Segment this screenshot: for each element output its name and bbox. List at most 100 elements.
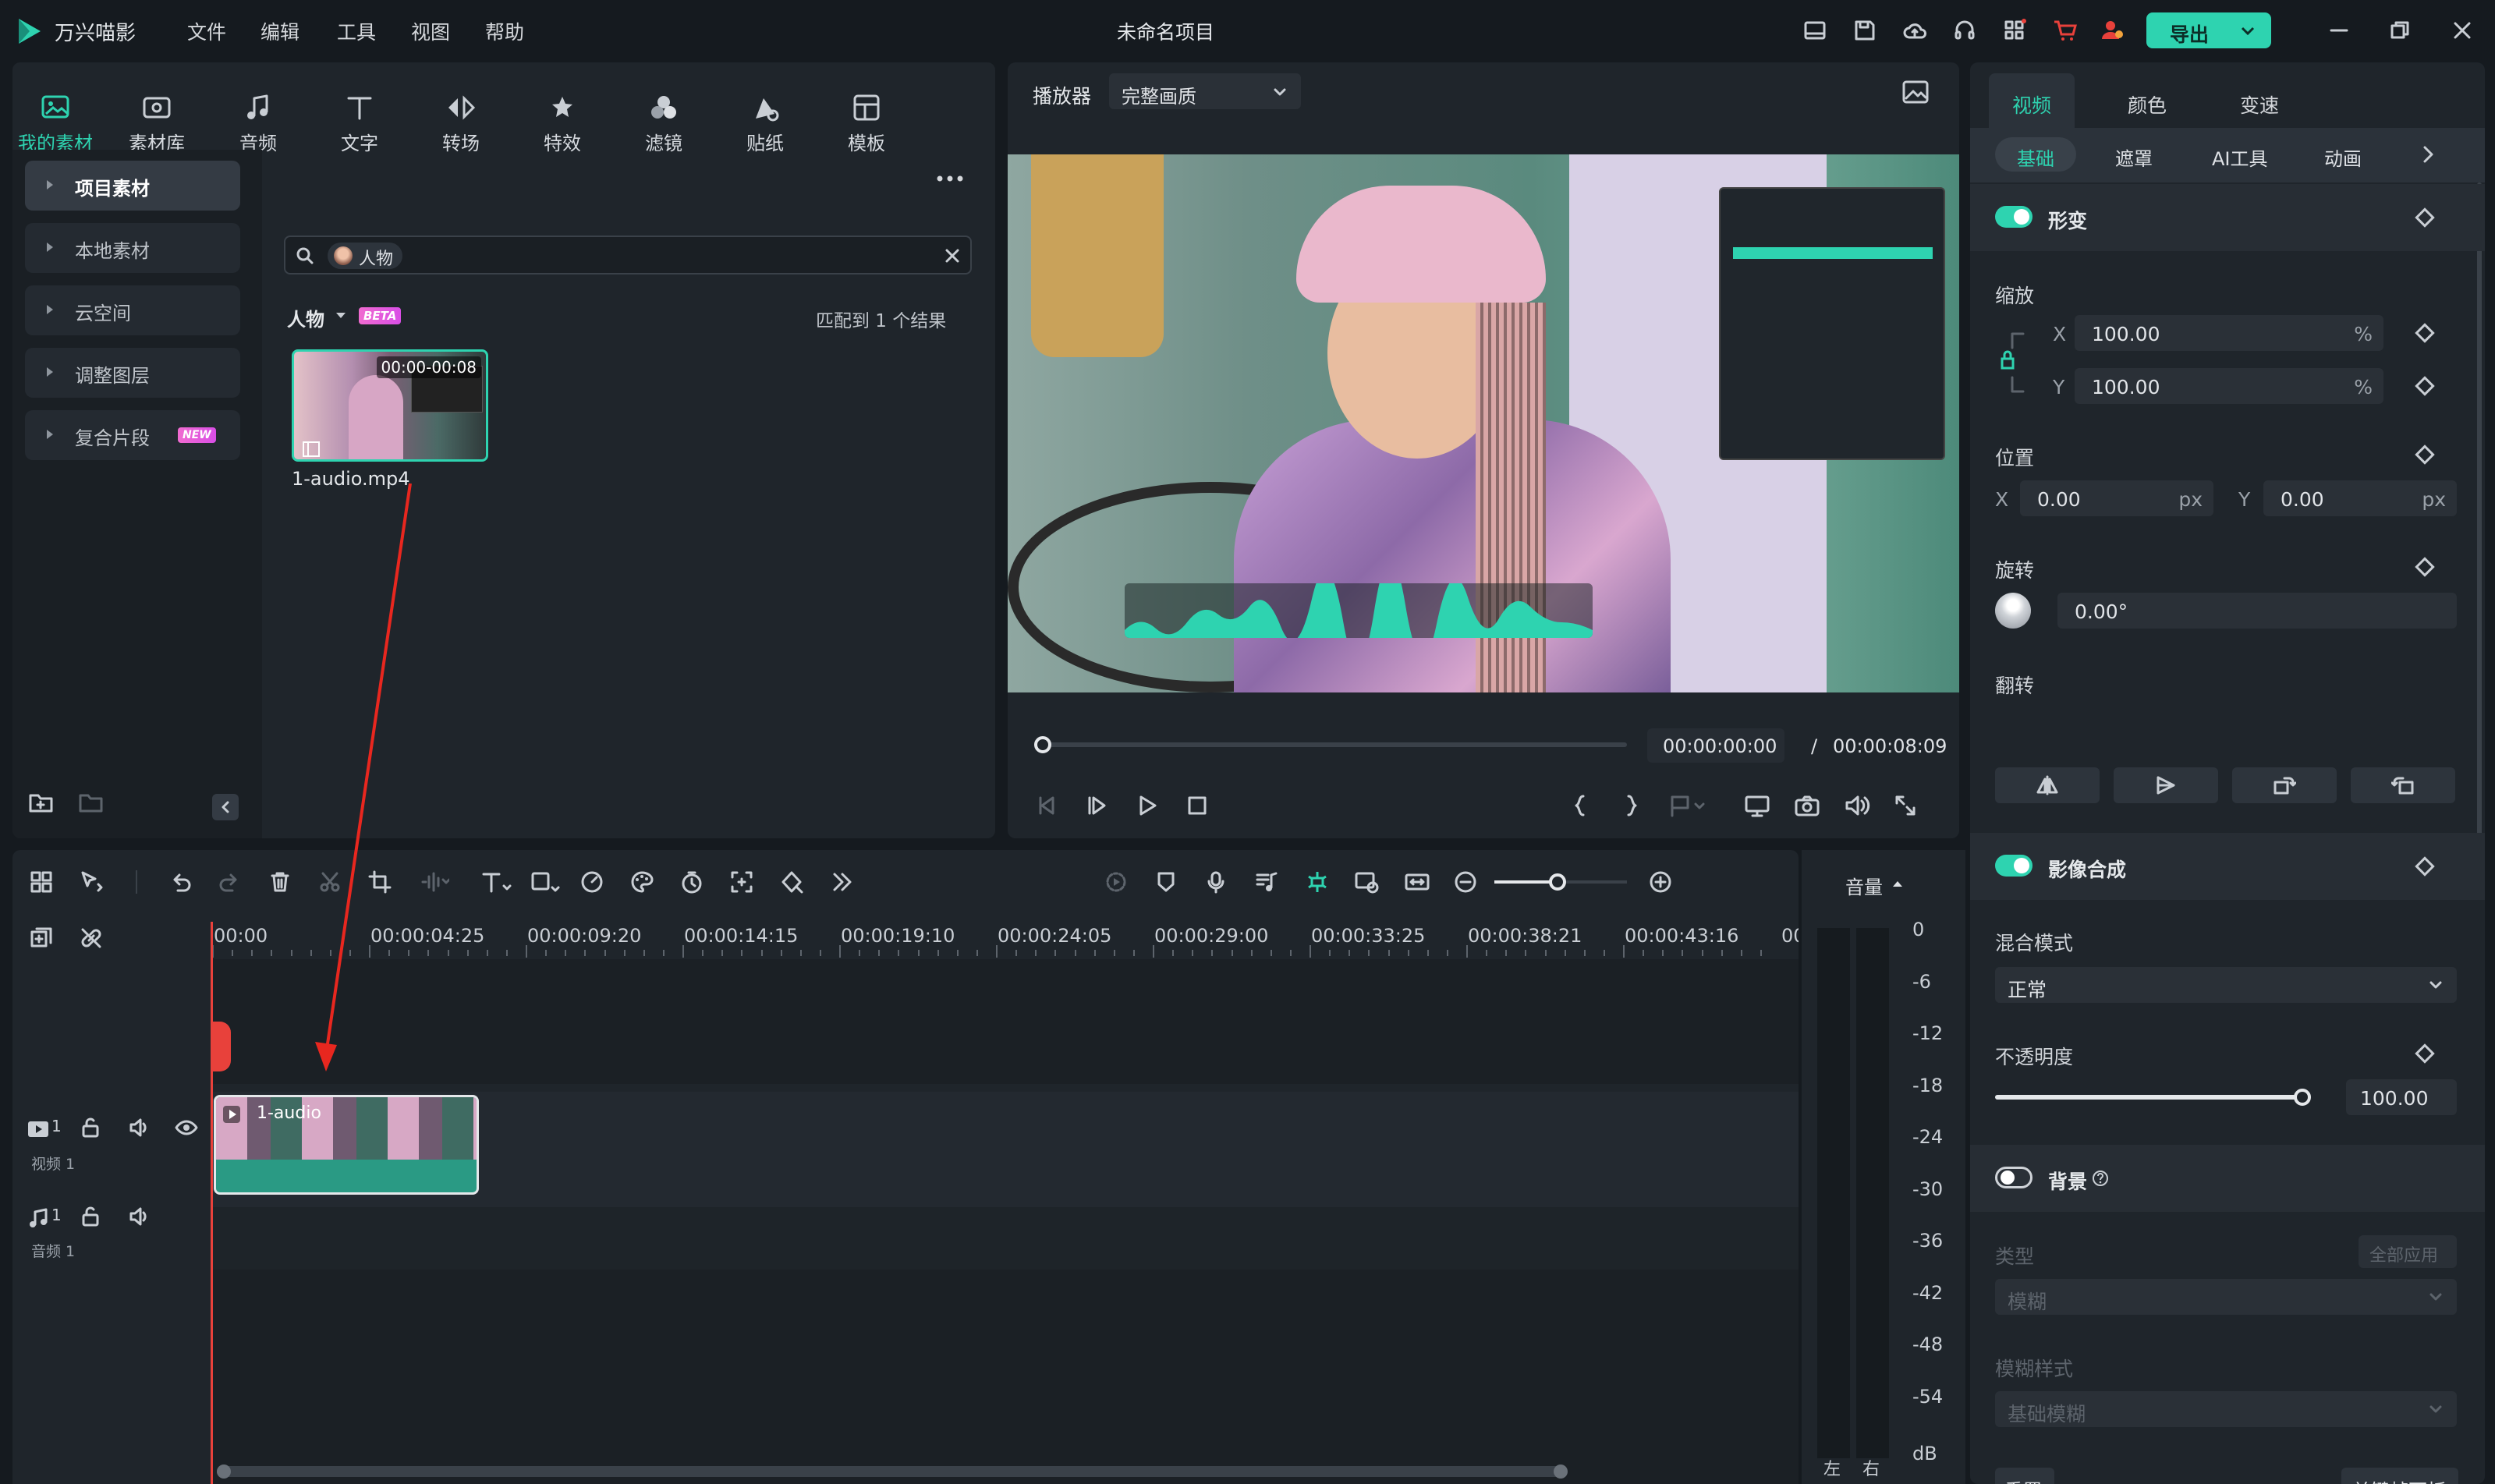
- mark-in-icon[interactable]: [1569, 794, 1593, 817]
- more-tools-icon[interactable]: [830, 870, 853, 894]
- clear-search-icon[interactable]: [944, 247, 961, 264]
- close-icon[interactable]: [2452, 20, 2472, 41]
- subtab-ai-tools[interactable]: AI工具: [2212, 143, 2268, 171]
- crop-icon[interactable]: [368, 870, 392, 894]
- marker-shield-icon[interactable]: [1154, 870, 1178, 894]
- select-pointer-icon[interactable]: [80, 870, 106, 894]
- tab-transition[interactable]: 转场: [418, 78, 504, 195]
- color-palette-icon[interactable]: [630, 870, 657, 894]
- layout-grid-icon[interactable]: [30, 870, 53, 894]
- blend-mode-select[interactable]: 正常: [1995, 967, 2457, 1003]
- track-lock-icon[interactable]: [80, 1206, 101, 1227]
- sidebar-item-cloud[interactable]: 云空间: [25, 285, 240, 335]
- zoom-out-icon[interactable]: [1454, 870, 1477, 894]
- background-toggle[interactable]: [1995, 1167, 2033, 1188]
- keyframe-diamond-icon[interactable]: [2415, 207, 2435, 228]
- rotate-cw-button[interactable]: [2232, 767, 2337, 803]
- sidebar-item-adjustment-layer[interactable]: 调整图层: [25, 348, 240, 398]
- play-slow-icon[interactable]: [1086, 794, 1109, 817]
- audio-edit-icon[interactable]: [418, 870, 449, 894]
- keyframe-diamond-icon[interactable]: [2415, 856, 2435, 877]
- ai-snap-icon[interactable]: [1304, 870, 1331, 894]
- tab-color[interactable]: 颜色: [2128, 90, 2167, 119]
- caret-up-icon[interactable]: [1892, 880, 1903, 887]
- stop-icon[interactable]: [1185, 794, 1209, 817]
- timer-icon[interactable]: [680, 870, 703, 894]
- properties-scrollbar[interactable]: [2477, 182, 2482, 845]
- position-y-input[interactable]: 0.00 px: [2263, 480, 2457, 516]
- time-ruler[interactable]: 00:00 00:00:04:25 00:00:09:20 00:00:14:15 00…: [212, 912, 1799, 959]
- mark-out-icon[interactable]: [1619, 794, 1643, 817]
- flip-horizontal-button[interactable]: [1995, 767, 2100, 803]
- scale-y-input[interactable]: 100.00%: [2075, 368, 2383, 404]
- split-scissors-icon[interactable]: [318, 870, 342, 894]
- menu-view[interactable]: 视图: [411, 17, 450, 45]
- track-mute-icon[interactable]: [128, 1206, 151, 1227]
- apps-grid-icon[interactable]: [2003, 19, 2026, 42]
- search-chip[interactable]: 人物: [328, 243, 403, 269]
- play-icon[interactable]: [1136, 794, 1159, 817]
- position-x-input[interactable]: 0.00 px: [2020, 480, 2213, 516]
- text-tool-icon[interactable]: [480, 870, 512, 894]
- layout-icon[interactable]: [1803, 19, 1827, 42]
- lock-ratio-icon[interactable]: [1995, 328, 2026, 398]
- opacity-slider-handle[interactable]: [2294, 1089, 2311, 1106]
- video-preview[interactable]: [1008, 154, 1959, 692]
- new-folder-icon[interactable]: [28, 791, 55, 814]
- transform-toggle[interactable]: [1995, 206, 2033, 228]
- undo-icon[interactable]: [168, 870, 192, 894]
- filter-label[interactable]: 人物: [287, 304, 324, 331]
- sidebar-item-project-media[interactable]: 项目素材: [25, 161, 240, 211]
- music-list-icon[interactable]: [1254, 870, 1278, 894]
- sidebar-item-compound-clip[interactable]: 复合片段 NEW: [25, 410, 240, 460]
- keyframe-panel-button[interactable]: 关键帧面板: [2341, 1468, 2458, 1484]
- playhead-handle[interactable]: [211, 1022, 231, 1071]
- tab-filters[interactable]: 滤镜: [621, 78, 707, 195]
- subtab-basic[interactable]: 基础: [1995, 137, 2076, 172]
- add-track-icon[interactable]: [30, 926, 53, 950]
- opacity-slider-track[interactable]: [1995, 1095, 2302, 1100]
- flip-vertical-button[interactable]: [2114, 767, 2218, 803]
- insert-marker-icon[interactable]: [1669, 794, 1705, 817]
- progress-handle[interactable]: [1034, 736, 1051, 753]
- timeline-scrollbar[interactable]: [217, 1466, 1566, 1477]
- opacity-input[interactable]: 100.00: [2346, 1079, 2457, 1115]
- collapse-sidebar-button[interactable]: [212, 794, 239, 820]
- keyframe-diamond-icon[interactable]: [2415, 376, 2435, 396]
- apply-all-button[interactable]: 全部应用: [2359, 1235, 2457, 1268]
- cloud-upload-icon[interactable]: [1903, 19, 1926, 42]
- speed-icon[interactable]: [580, 870, 611, 894]
- bg-type-select[interactable]: 模糊: [1995, 1279, 2457, 1315]
- rotation-input[interactable]: 0.00°: [2057, 593, 2457, 629]
- reset-button[interactable]: 重置: [1995, 1468, 2054, 1484]
- subtab-animation[interactable]: 动画: [2324, 143, 2362, 171]
- cart-icon[interactable]: [2053, 19, 2078, 42]
- menu-help[interactable]: 帮助: [485, 17, 524, 45]
- headset-icon[interactable]: [1953, 19, 1976, 42]
- keyframe-diamond-icon[interactable]: [2415, 323, 2435, 343]
- prev-frame-icon[interactable]: [1036, 794, 1059, 817]
- fit-timeline-icon[interactable]: [1404, 870, 1430, 894]
- playback-progress[interactable]: [1034, 742, 1627, 747]
- rotate-ccw-button[interactable]: [2351, 767, 2455, 803]
- caret-down-icon[interactable]: [335, 312, 346, 320]
- sidebar-item-local-media[interactable]: 本地素材: [25, 223, 240, 273]
- search-input[interactable]: 人物: [284, 236, 972, 274]
- media-clip-thumbnail[interactable]: 00:00-00:08: [292, 349, 488, 462]
- meter-label[interactable]: 音量: [1845, 872, 1883, 899]
- tab-video[interactable]: 视频: [1989, 73, 2075, 128]
- microphone-icon[interactable]: [1204, 870, 1228, 894]
- scrollbar-handle-left[interactable]: [217, 1465, 231, 1479]
- more-options-icon[interactable]: [936, 175, 964, 182]
- track-mute-icon[interactable]: [128, 1117, 151, 1139]
- display-icon[interactable]: [1744, 794, 1770, 817]
- zoom-in-icon[interactable]: [1649, 870, 1672, 894]
- minimize-icon[interactable]: [2329, 20, 2349, 41]
- delete-icon[interactable]: [268, 870, 292, 894]
- quality-select[interactable]: 完整画质: [1109, 73, 1301, 109]
- snapshot-settings-icon[interactable]: [1901, 80, 1930, 104]
- track-lock-icon[interactable]: [80, 1117, 101, 1139]
- user-avatar-icon[interactable]: [2100, 17, 2125, 42]
- restore-icon[interactable]: [2390, 20, 2410, 41]
- camera-snapshot-icon[interactable]: [1794, 794, 1820, 817]
